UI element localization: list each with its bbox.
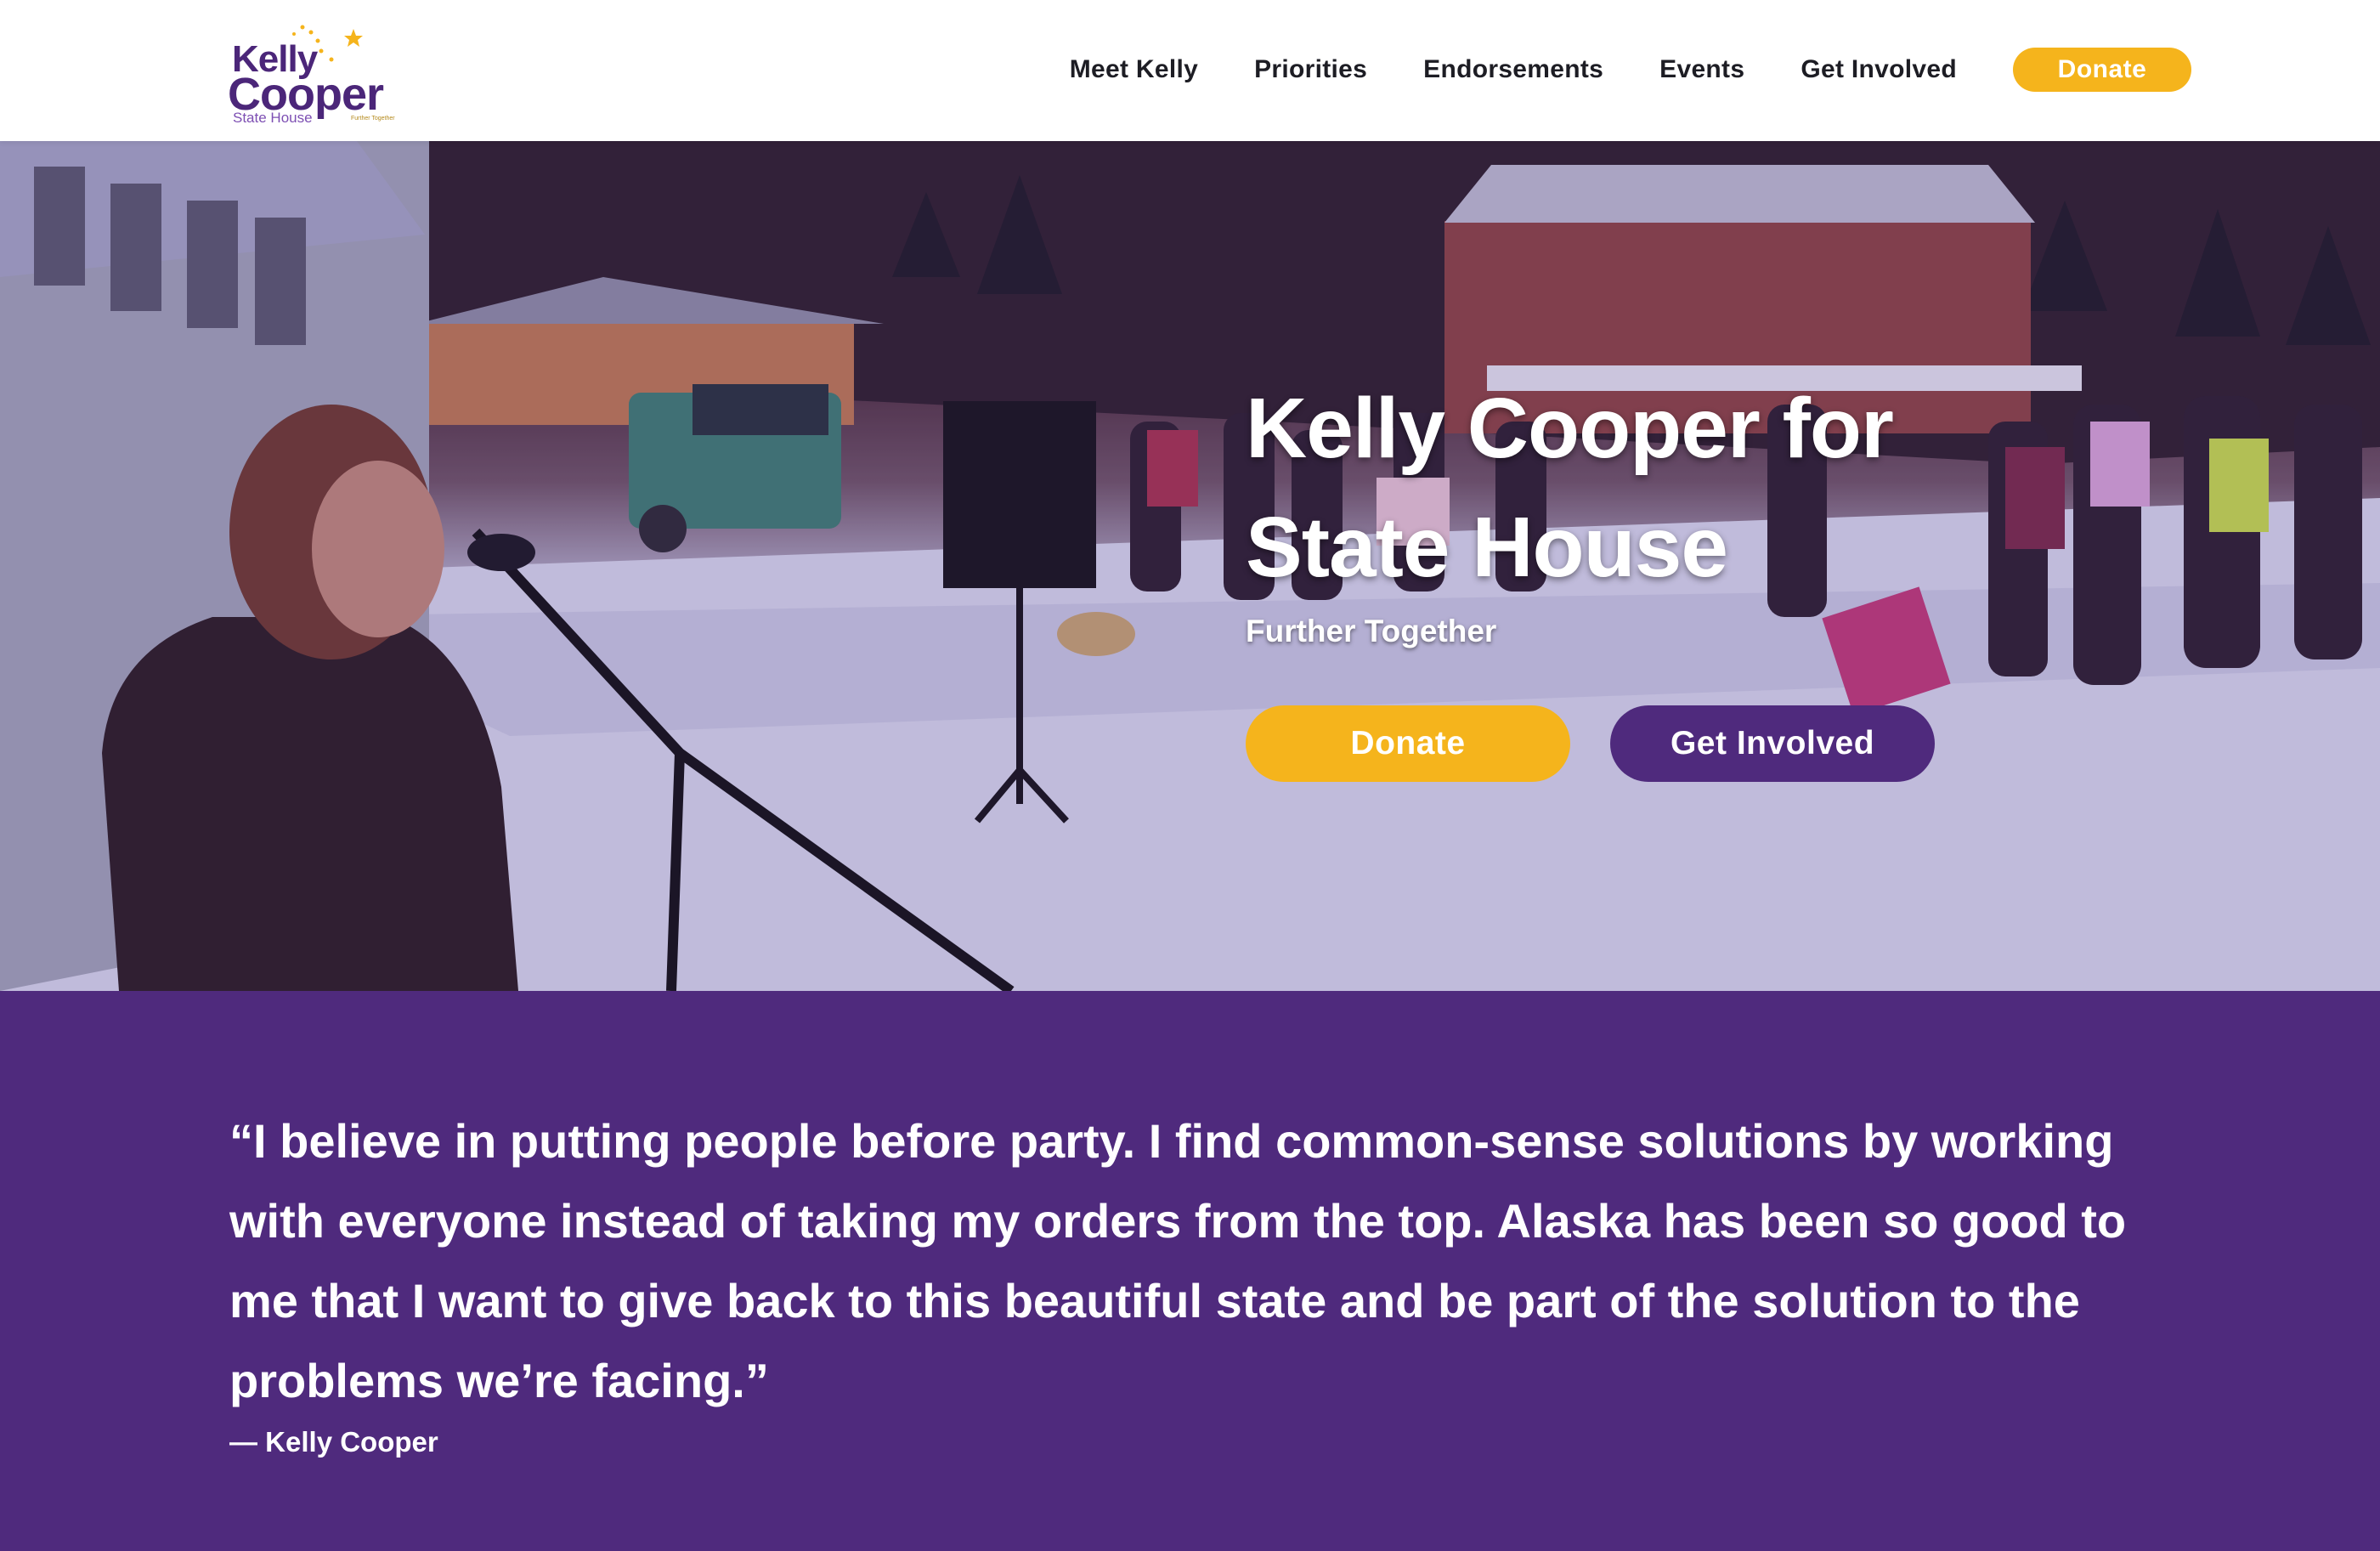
candidate-quote: “I believe in putting people before part… [229,1114,2127,1407]
hero-get-involved-button[interactable]: Get Involved [1610,705,1935,782]
hero-photo [0,141,2380,991]
logo-office: State House [233,110,313,126]
main-nav: Meet Kelly Priorities Endorsements Event… [1014,48,2191,92]
logo-tagline: Further Together [351,116,395,122]
nav-meet-kelly[interactable]: Meet Kelly [1070,55,1198,84]
quote-section: “I believe in putting people before part… [0,991,2380,1551]
site-logo[interactable]: Kelly Cooper State House Further Togethe… [228,22,398,129]
nav-events[interactable]: Events [1659,55,1744,84]
hero-section: Kelly Cooper for State House Further Tog… [0,141,2380,991]
hero-title: Kelly Cooper for State House [1246,381,1894,595]
nav-endorsements[interactable]: Endorsements [1423,55,1603,84]
nav-priorities[interactable]: Priorities [1254,55,1367,84]
nav-get-involved[interactable]: Get Involved [1801,55,1957,84]
site-header: Kelly Cooper State House Further Togethe… [0,0,2380,141]
hero-subtitle: Further Together [1246,614,1497,648]
quote-attribution: — Kelly Cooper [229,1426,438,1458]
nav-donate-button[interactable]: Donate [2013,48,2191,92]
hero-donate-button[interactable]: Donate [1246,705,1570,782]
